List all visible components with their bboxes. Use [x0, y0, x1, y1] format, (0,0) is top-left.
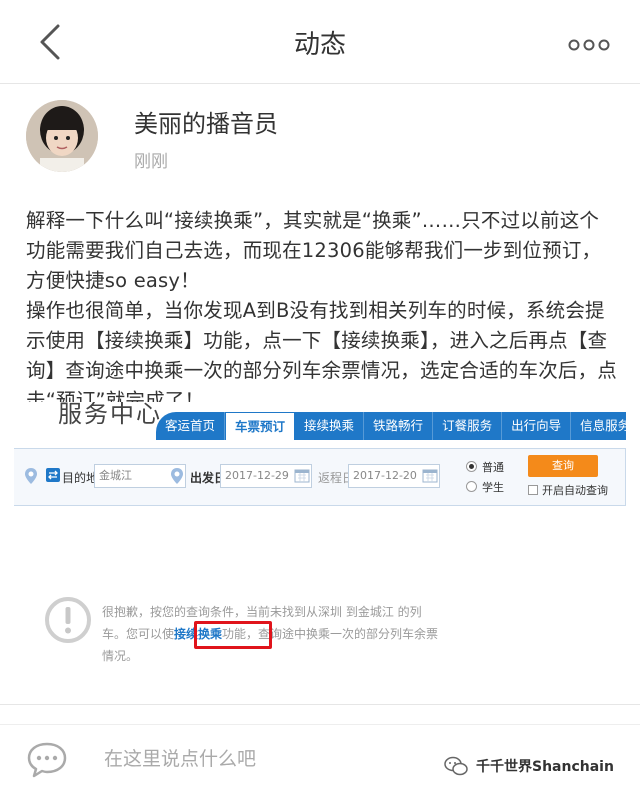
site-logo: 服务中心 [58, 402, 162, 428]
calendar-icon[interactable] [294, 467, 310, 483]
nav-item-info[interactable]: 信息服务 [571, 412, 626, 440]
post-body: 解释一下什么叫“接续换乘”，其实就是“换乘”……只不过以前这个功能需要我们自己去… [26, 206, 618, 416]
post-time: 刚刚 [134, 152, 168, 172]
location-pin-icon [25, 468, 37, 484]
divider [0, 704, 640, 705]
avatar-image [26, 100, 98, 172]
notice-message: 很抱歉，按您的查询条件，当前未找到从深圳 到金城江 的列车。您可以使接续换乘功能… [102, 601, 442, 667]
nav-item-meal-order[interactable]: 订餐服务 [433, 412, 503, 440]
calendar-icon[interactable] [422, 467, 438, 483]
post-paragraph: 解释一下什么叫“接续换乘”，其实就是“换乘”……只不过以前这个功能需要我们自己去… [26, 209, 602, 292]
author-name[interactable]: 美丽的播音员 [134, 104, 278, 139]
page-title: 动态 [293, 30, 346, 60]
more-icon [568, 39, 610, 51]
more-button[interactable] [568, 36, 610, 51]
comment-input[interactable] [104, 748, 404, 770]
embedded-screenshot[interactable]: 服务中心 客运首页 车票预订 接续换乘 铁路畅行 订餐服务 出行向导 信息服务 … [14, 402, 626, 702]
wechat-icon [444, 756, 468, 776]
ticket-type-normal-label: 普通 [482, 461, 504, 474]
top-bar: 动态 [0, 0, 640, 84]
divider [0, 724, 640, 725]
nav-item-transfer[interactable]: 接续换乘 [295, 412, 365, 440]
ticket-type-student-radio[interactable] [466, 481, 477, 492]
ticket-type-student-label: 学生 [482, 481, 504, 494]
query-button[interactable]: 查询 [528, 455, 598, 477]
auto-query-checkbox[interactable] [528, 485, 538, 495]
ticket-type-normal-radio[interactable] [466, 461, 477, 472]
location-pin-icon [171, 468, 183, 484]
warning-icon [45, 597, 91, 643]
nav-item-railway-travel[interactable]: 铁路畅行 [364, 412, 434, 440]
search-panel: 目的地 金城江 出发日 2017-12-29 返程日 2017-12-20 普通… [14, 448, 626, 506]
nav-item-travel-guide[interactable]: 出行向导 [502, 412, 572, 440]
nav-item-ticket-booking[interactable]: 车票预订 [225, 412, 296, 440]
watermark-text: 千千世界Shanchain [476, 759, 614, 775]
destination-label: 目的地 [62, 471, 99, 485]
site-header: 服务中心 客运首页 车票预订 接续换乘 铁路畅行 订餐服务 出行向导 信息服务 [14, 402, 626, 440]
highlight-box [194, 621, 272, 649]
nav-item-home[interactable]: 客运首页 [156, 412, 226, 440]
swap-icon[interactable] [46, 468, 60, 482]
comment-icon[interactable] [26, 740, 68, 780]
avatar[interactable] [26, 100, 98, 172]
auto-query-label: 开启自动查询 [542, 484, 608, 497]
post-paragraph: 操作也很简单，当你发现A到B没有找到相关列车的时候，系统会提示使用【接续换乘】功… [26, 299, 618, 412]
site-nav: 客运首页 车票预订 接续换乘 铁路畅行 订餐服务 出行向导 信息服务 [156, 412, 626, 440]
watermark: 千千世界Shanchain [444, 756, 614, 776]
